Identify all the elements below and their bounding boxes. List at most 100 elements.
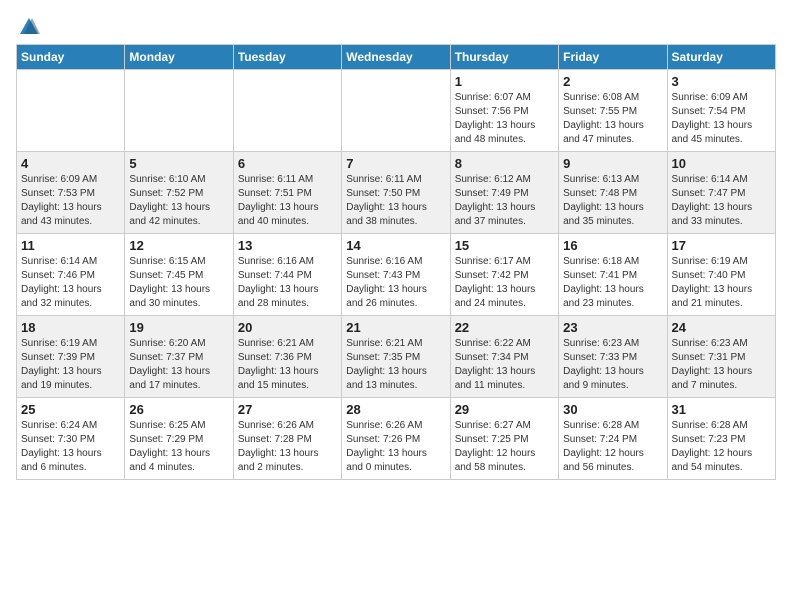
- day-number: 15: [455, 238, 554, 253]
- day-number: 12: [129, 238, 228, 253]
- day-number: 21: [346, 320, 445, 335]
- day-number: 30: [563, 402, 662, 417]
- calendar-cell: 19 Sunrise: 6:20 AM Sunset: 7:37 PM Dayli…: [125, 316, 233, 398]
- calendar-header-row: SundayMondayTuesdayWednesdayThursdayFrid…: [17, 45, 776, 70]
- calendar-cell: 26 Sunrise: 6:25 AM Sunset: 7:29 PM Dayli…: [125, 398, 233, 480]
- logo: [16, 16, 40, 34]
- calendar-cell: 9 Sunrise: 6:13 AM Sunset: 7:48 PM Daylig…: [559, 152, 667, 234]
- calendar-cell: 17Sunrise: 6:19 AM Sunset: 7:40 PM Dayli…: [667, 234, 775, 316]
- day-number: 14: [346, 238, 445, 253]
- calendar-cell: [125, 70, 233, 152]
- calendar-cell: 31 Sunrise: 6:28 AM Sunset: 7:23 PM Dayli…: [667, 398, 775, 480]
- day-info: Sunrise: 6:22 AM Sunset: 7:34 PM Dayligh…: [455, 337, 554, 393]
- day-number: 25: [21, 402, 120, 417]
- calendar-cell: 18 Sunrise: 6:19 AM Sunset: 7:39 PM Dayli…: [17, 316, 125, 398]
- calendar-cell: [17, 70, 125, 152]
- day-number: 1: [455, 74, 554, 89]
- calendar-cell: 28 Sunrise: 6:26 AM Sunset: 7:26 PM Dayli…: [342, 398, 450, 480]
- day-info: Sunrise: 6:17 AM Sunset: 7:42 PM Dayligh…: [455, 255, 554, 311]
- logo-icon: [18, 16, 40, 38]
- day-info: Sunrise: 6:27 AM Sunset: 7:25 PM Dayligh…: [455, 419, 554, 475]
- day-number: 5: [129, 156, 228, 171]
- day-info: Sunrise: 6:14 AM Sunset: 7:47 PM Dayligh…: [672, 173, 771, 229]
- calendar-week-row: 4Sunrise: 6:09 AM Sunset: 7:53 PM Daylig…: [17, 152, 776, 234]
- calendar-cell: 7Sunrise: 6:11 AM Sunset: 7:50 PM Daylig…: [342, 152, 450, 234]
- day-info: Sunrise: 6:20 AM Sunset: 7:37 PM Dayligh…: [129, 337, 228, 393]
- calendar-cell: 22 Sunrise: 6:22 AM Sunset: 7:34 PM Dayli…: [450, 316, 558, 398]
- day-number: 28: [346, 402, 445, 417]
- day-number: 2: [563, 74, 662, 89]
- day-header-thursday: Thursday: [450, 45, 558, 70]
- calendar-cell: 29 Sunrise: 6:27 AM Sunset: 7:25 PM Dayli…: [450, 398, 558, 480]
- day-number: 7: [346, 156, 445, 171]
- day-info: Sunrise: 6:25 AM Sunset: 7:29 PM Dayligh…: [129, 419, 228, 475]
- calendar-cell: 1 Sunrise: 6:07 AM Sunset: 7:56 PM Daylig…: [450, 70, 558, 152]
- day-number: 3: [672, 74, 771, 89]
- day-number: 31: [672, 402, 771, 417]
- day-number: 24: [672, 320, 771, 335]
- calendar-cell: 4Sunrise: 6:09 AM Sunset: 7:53 PM Daylig…: [17, 152, 125, 234]
- day-info: Sunrise: 6:26 AM Sunset: 7:28 PM Dayligh…: [238, 419, 337, 475]
- calendar-cell: 23Sunrise: 6:23 AM Sunset: 7:33 PM Dayli…: [559, 316, 667, 398]
- day-number: 9: [563, 156, 662, 171]
- calendar-cell: 2 Sunrise: 6:08 AM Sunset: 7:55 PM Daylig…: [559, 70, 667, 152]
- day-info: Sunrise: 6:15 AM Sunset: 7:45 PM Dayligh…: [129, 255, 228, 311]
- day-info: Sunrise: 6:13 AM Sunset: 7:48 PM Dayligh…: [563, 173, 662, 229]
- calendar-cell: 5 Sunrise: 6:10 AM Sunset: 7:52 PM Daylig…: [125, 152, 233, 234]
- day-number: 29: [455, 402, 554, 417]
- day-info: Sunrise: 6:07 AM Sunset: 7:56 PM Dayligh…: [455, 91, 554, 147]
- day-number: 11: [21, 238, 120, 253]
- calendar-cell: 14 Sunrise: 6:16 AM Sunset: 7:43 PM Dayli…: [342, 234, 450, 316]
- calendar-cell: 16Sunrise: 6:18 AM Sunset: 7:41 PM Dayli…: [559, 234, 667, 316]
- day-header-monday: Monday: [125, 45, 233, 70]
- calendar-week-row: 11Sunrise: 6:14 AM Sunset: 7:46 PM Dayli…: [17, 234, 776, 316]
- calendar-cell: 15 Sunrise: 6:17 AM Sunset: 7:42 PM Dayli…: [450, 234, 558, 316]
- day-info: Sunrise: 6:28 AM Sunset: 7:24 PM Dayligh…: [563, 419, 662, 475]
- day-header-sunday: Sunday: [17, 45, 125, 70]
- day-number: 27: [238, 402, 337, 417]
- calendar-table: SundayMondayTuesdayWednesdayThursdayFrid…: [16, 44, 776, 480]
- calendar-week-row: 18 Sunrise: 6:19 AM Sunset: 7:39 PM Dayli…: [17, 316, 776, 398]
- calendar-cell: 20 Sunrise: 6:21 AM Sunset: 7:36 PM Dayli…: [233, 316, 341, 398]
- day-info: Sunrise: 6:10 AM Sunset: 7:52 PM Dayligh…: [129, 173, 228, 229]
- day-info: Sunrise: 6:28 AM Sunset: 7:23 PM Dayligh…: [672, 419, 771, 475]
- day-info: Sunrise: 6:11 AM Sunset: 7:51 PM Dayligh…: [238, 173, 337, 229]
- day-info: Sunrise: 6:16 AM Sunset: 7:44 PM Dayligh…: [238, 255, 337, 311]
- day-number: 13: [238, 238, 337, 253]
- calendar-cell: [233, 70, 341, 152]
- calendar-cell: 10 Sunrise: 6:14 AM Sunset: 7:47 PM Dayli…: [667, 152, 775, 234]
- day-info: Sunrise: 6:18 AM Sunset: 7:41 PM Dayligh…: [563, 255, 662, 311]
- day-number: 19: [129, 320, 228, 335]
- day-info: Sunrise: 6:08 AM Sunset: 7:55 PM Dayligh…: [563, 91, 662, 147]
- calendar-week-row: 1 Sunrise: 6:07 AM Sunset: 7:56 PM Daylig…: [17, 70, 776, 152]
- day-info: Sunrise: 6:21 AM Sunset: 7:35 PM Dayligh…: [346, 337, 445, 393]
- day-info: Sunrise: 6:26 AM Sunset: 7:26 PM Dayligh…: [346, 419, 445, 475]
- day-number: 26: [129, 402, 228, 417]
- day-header-saturday: Saturday: [667, 45, 775, 70]
- day-number: 8: [455, 156, 554, 171]
- day-number: 22: [455, 320, 554, 335]
- calendar-cell: 13 Sunrise: 6:16 AM Sunset: 7:44 PM Dayli…: [233, 234, 341, 316]
- calendar-cell: 11Sunrise: 6:14 AM Sunset: 7:46 PM Dayli…: [17, 234, 125, 316]
- calendar-cell: 27 Sunrise: 6:26 AM Sunset: 7:28 PM Dayli…: [233, 398, 341, 480]
- calendar-week-row: 25 Sunrise: 6:24 AM Sunset: 7:30 PM Dayli…: [17, 398, 776, 480]
- day-info: Sunrise: 6:24 AM Sunset: 7:30 PM Dayligh…: [21, 419, 120, 475]
- day-info: Sunrise: 6:23 AM Sunset: 7:33 PM Dayligh…: [563, 337, 662, 393]
- day-number: 17: [672, 238, 771, 253]
- calendar-cell: 8Sunrise: 6:12 AM Sunset: 7:49 PM Daylig…: [450, 152, 558, 234]
- day-info: Sunrise: 6:19 AM Sunset: 7:39 PM Dayligh…: [21, 337, 120, 393]
- calendar-cell: 25 Sunrise: 6:24 AM Sunset: 7:30 PM Dayli…: [17, 398, 125, 480]
- calendar-cell: 30 Sunrise: 6:28 AM Sunset: 7:24 PM Dayli…: [559, 398, 667, 480]
- day-number: 10: [672, 156, 771, 171]
- day-number: 6: [238, 156, 337, 171]
- calendar-cell: 24 Sunrise: 6:23 AM Sunset: 7:31 PM Dayli…: [667, 316, 775, 398]
- day-number: 4: [21, 156, 120, 171]
- calendar-cell: 6 Sunrise: 6:11 AM Sunset: 7:51 PM Daylig…: [233, 152, 341, 234]
- calendar-cell: 3Sunrise: 6:09 AM Sunset: 7:54 PM Daylig…: [667, 70, 775, 152]
- day-number: 18: [21, 320, 120, 335]
- day-number: 20: [238, 320, 337, 335]
- day-info: Sunrise: 6:21 AM Sunset: 7:36 PM Dayligh…: [238, 337, 337, 393]
- day-info: Sunrise: 6:16 AM Sunset: 7:43 PM Dayligh…: [346, 255, 445, 311]
- day-header-friday: Friday: [559, 45, 667, 70]
- day-info: Sunrise: 6:23 AM Sunset: 7:31 PM Dayligh…: [672, 337, 771, 393]
